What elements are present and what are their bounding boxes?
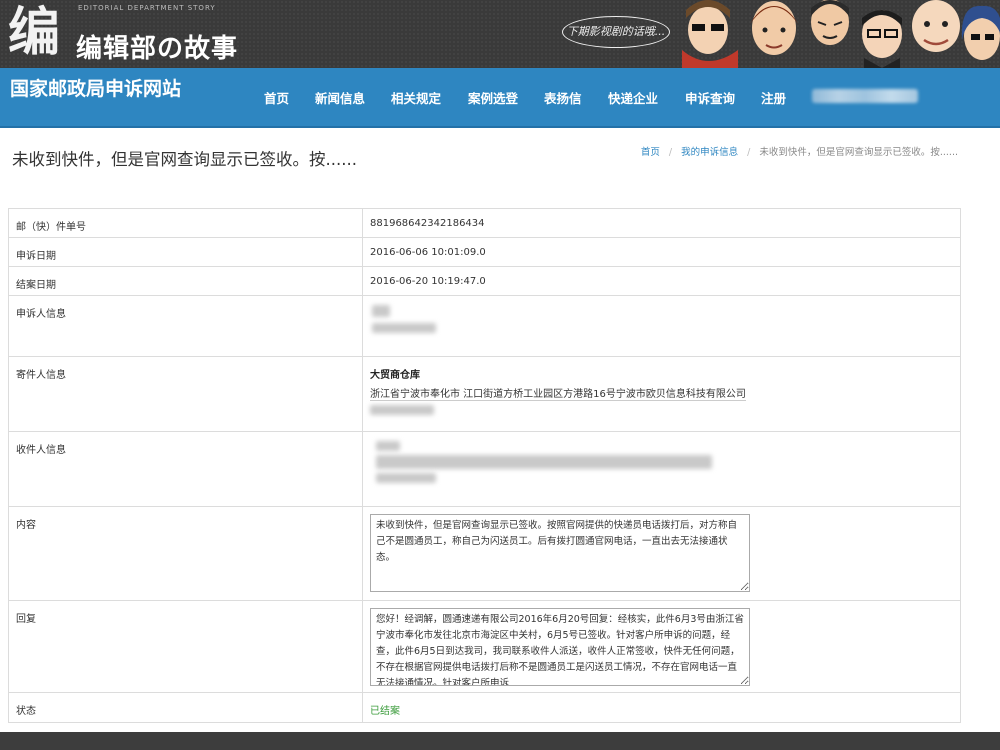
table-row: 回复 您好！经调解，圆通速递有限公司2016年6月20号回复：经核实，此件6月3… — [8, 600, 961, 693]
reply-cell: 您好！经调解，圆通速递有限公司2016年6月20号回复：经核实，此件6月3号由浙… — [362, 600, 961, 693]
sender-address: 浙江省宁波市奉化市 江口街道方桥工业园区方港路16号宁波市欧贝信息科技有限公司 — [370, 385, 746, 401]
table-row: 结案日期 2016-06-20 10:19:47.0 — [8, 266, 961, 296]
nav-home[interactable]: 首页 — [264, 88, 289, 107]
redacted-recipient-phone — [376, 473, 436, 483]
page-body: 未收到快件，但是官网查询显示已签收。按...... 首页 / 我的申诉信息 / … — [0, 128, 1000, 732]
redacted-sender-phone — [370, 405, 434, 415]
complaint-date-label: 申诉日期 — [8, 237, 363, 267]
content-cell: 未收到快件，但是官网查询显示已签收。按照官网提供的快递员电话拨打后，对方称自己不… — [362, 506, 961, 601]
nav-news[interactable]: 新闻信息 — [315, 88, 365, 107]
reply-label: 回复 — [8, 600, 363, 693]
closed-date-value: 2016-06-20 10:19:47.0 — [362, 266, 961, 296]
sender-name: 大贸商仓库 — [370, 370, 420, 381]
breadcrumb-home[interactable]: 首页 — [641, 147, 660, 158]
nav-express-companies[interactable]: 快递企业 — [608, 88, 658, 107]
table-row: 内容 未收到快件，但是官网查询显示已签收。按照官网提供的快递员电话拨打后，对方称… — [8, 506, 961, 601]
breadcrumb-my-complaint[interactable]: 我的申诉信息 — [681, 147, 738, 158]
breadcrumb: 首页 / 我的申诉信息 / 未收到快件，但是官网查询显示已签收。按...... — [641, 144, 958, 158]
redacted-complainant-name — [372, 305, 390, 317]
redacted-complainant-phone — [372, 323, 436, 333]
status-value: 已结案 — [362, 692, 961, 723]
user-account-redacted[interactable] — [812, 89, 918, 103]
nav-register[interactable]: 注册 — [761, 88, 786, 107]
content-label: 内容 — [8, 506, 363, 601]
content-textarea[interactable]: 未收到快件，但是官网查询显示已签收。按照官网提供的快递员电话拨打后，对方称自己不… — [370, 514, 750, 592]
table-row: 寄件人信息 大贸商仓库 浙江省宁波市奉化市 江口街道方桥工业园区方港路16号宁波… — [8, 356, 961, 432]
closed-date-label: 结案日期 — [8, 266, 363, 296]
status-label: 状态 — [8, 692, 363, 723]
nav-regulations[interactable]: 相关规定 — [391, 88, 441, 107]
recipient-info-label: 收件人信息 — [8, 431, 363, 507]
table-row: 状态 已结案 — [8, 692, 961, 723]
table-row: 收件人信息 — [8, 431, 961, 507]
tracking-number-value: 881968642342186434 — [362, 208, 961, 238]
reply-textarea[interactable]: 您好！经调解，圆通速递有限公司2016年6月20号回复：经核实，此件6月3号由浙… — [370, 608, 750, 686]
speech-bubble: 下期影视剧的话哦... — [562, 16, 670, 48]
complainant-info-label: 申诉人信息 — [8, 295, 363, 357]
redacted-recipient-address — [376, 455, 712, 469]
redacted-recipient-name — [376, 441, 400, 451]
cartoon-characters-illustration — [682, 0, 1000, 68]
logo-title: 编辑部の故事 — [76, 34, 239, 64]
table-row: 申诉日期 2016-06-06 10:01:09.0 — [8, 237, 961, 267]
breadcrumb-separator: / — [668, 147, 673, 158]
complaint-date-value: 2016-06-06 10:01:09.0 — [362, 237, 961, 267]
table-row: 申诉人信息 — [8, 295, 961, 357]
bottom-dark-strip — [0, 732, 1000, 750]
tracking-number-label: 邮（快）件单号 — [8, 208, 363, 238]
complaint-detail-table: 邮（快）件单号 881968642342186434 申诉日期 2016-06-… — [8, 208, 961, 723]
site-title[interactable]: 国家邮政局申诉网站 — [10, 74, 181, 101]
complainant-info-value — [362, 295, 961, 357]
recipient-info-value — [362, 431, 961, 507]
breadcrumb-separator: / — [747, 147, 751, 158]
page-title: 未收到快件，但是官网查询显示已签收。按...... — [12, 150, 357, 169]
nav-cases[interactable]: 案例选登 — [468, 88, 518, 107]
nav-complaint-query[interactable]: 申诉查询 — [685, 88, 735, 107]
sender-info-label: 寄件人信息 — [8, 356, 363, 432]
nav-praise[interactable]: 表扬信 — [544, 88, 582, 107]
main-navbar: 国家邮政局申诉网站 首页 新闻信息 相关规定 案例选登 表扬信 快递企业 申诉查… — [0, 68, 1000, 128]
site-banner: 编 EDITORIAL DEPARTMENT STORY 编辑部の故事 下期影视… — [0, 0, 1000, 68]
sender-info-value: 大贸商仓库 浙江省宁波市奉化市 江口街道方桥工业园区方港路16号宁波市欧贝信息科… — [362, 356, 961, 432]
logo-subtitle: EDITORIAL DEPARTMENT STORY — [78, 4, 216, 12]
complaint-detail-panel: 邮（快）件单号 881968642342186434 申诉日期 2016-06-… — [0, 176, 1000, 732]
table-row: 邮（快）件单号 881968642342186434 — [8, 208, 961, 238]
logo-mark: 编 — [8, 2, 61, 63]
breadcrumb-current: 未收到快件，但是官网查询显示已签收。按...... — [759, 147, 958, 158]
page-heading-bar: 未收到快件，但是官网查询显示已签收。按...... 首页 / 我的申诉信息 / … — [0, 128, 1000, 177]
